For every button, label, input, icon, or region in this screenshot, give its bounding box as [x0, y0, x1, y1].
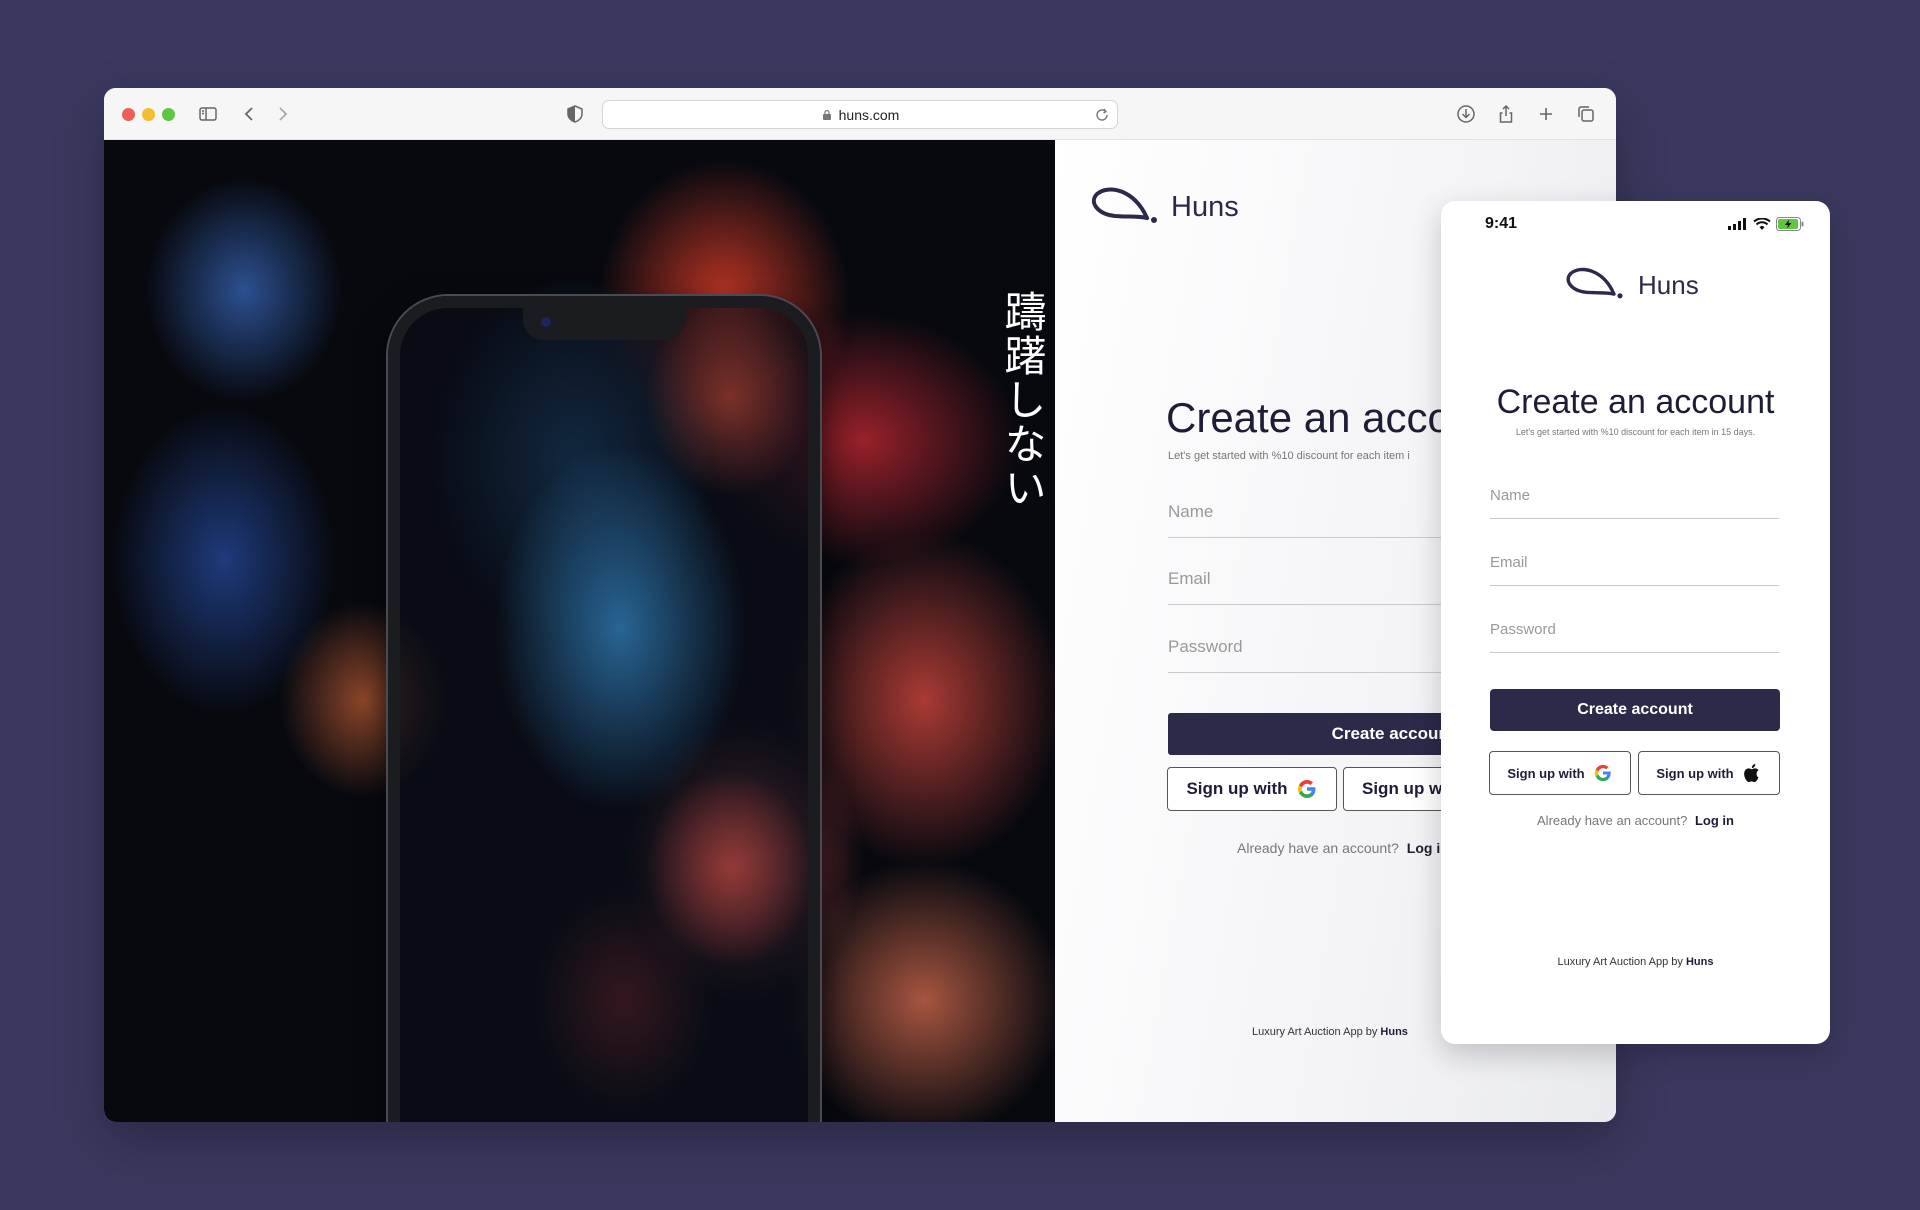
- download-icon[interactable]: [1454, 102, 1478, 126]
- mobile-create-account-button[interactable]: Create account: [1490, 689, 1780, 731]
- have-account-text: Already have an account?: [1237, 840, 1399, 856]
- phone-mockup: [388, 296, 820, 1122]
- huns-logo-icon: [1566, 267, 1623, 299]
- status-bar-icons: [1728, 217, 1804, 231]
- mobile-apple-signup-label: Sign up with: [1656, 765, 1734, 781]
- mobile-footer-brand: Huns: [1685, 956, 1714, 968]
- mobile-email-field[interactable]: Email: [1490, 554, 1779, 586]
- mobile-signup-screen: 9:41 Huns Create an account Let's get st…: [1441, 201, 1830, 1044]
- share-icon[interactable]: [1494, 102, 1518, 126]
- google-signup-button[interactable]: Sign up with: [1167, 767, 1337, 811]
- mobile-password-field[interactable]: Password: [1490, 621, 1779, 653]
- mobile-name-field[interactable]: Name: [1490, 487, 1779, 519]
- mobile-google-signup-label: Sign up with: [1507, 765, 1585, 781]
- address-bar[interactable]: huns.com: [602, 100, 1118, 129]
- login-prompt: Already have an account? Log in: [1237, 840, 1449, 856]
- apple-signup-label: Sign up wi: [1362, 779, 1447, 798]
- mobile-apple-signup-button[interactable]: Sign up with: [1638, 751, 1780, 795]
- mobile-brand-logo[interactable]: Huns: [1564, 263, 1699, 301]
- footer-credit: Luxury Art Auction App by Huns: [1252, 1026, 1408, 1038]
- mobile-have-account-text: Already have an account?: [1537, 813, 1688, 828]
- footer-prefix: Luxury Art Auction App by: [1252, 1026, 1381, 1038]
- forward-icon[interactable]: [270, 102, 294, 126]
- footer-brand: Huns: [1380, 1026, 1408, 1038]
- back-icon[interactable]: [238, 102, 262, 126]
- mobile-footer-prefix: Luxury Art Auction App by: [1557, 956, 1686, 968]
- mobile-page-title: Create an account: [1496, 383, 1775, 421]
- close-window-button[interactable]: [122, 108, 135, 121]
- huns-logo-icon: [1091, 187, 1157, 223]
- brand-logo[interactable]: Huns: [1089, 182, 1239, 226]
- apple-icon: [1743, 764, 1759, 783]
- mobile-page-subtitle: Let's get started with %10 discount for …: [1515, 427, 1756, 437]
- mobile-google-signup-button[interactable]: Sign up with: [1489, 751, 1631, 795]
- camera-icon: [541, 317, 551, 327]
- browser-toolbar: huns.com: [104, 88, 1616, 140]
- tab-overview-icon[interactable]: [1574, 102, 1598, 126]
- cellular-signal-icon: [1728, 218, 1746, 230]
- hero-artwork-image: 躊躇しない: [104, 140, 1055, 1122]
- mobile-login-prompt: Already have an account? Log in: [1441, 813, 1830, 828]
- mobile-login-link[interactable]: Log in: [1695, 813, 1734, 828]
- page-subtitle: Let's get started with %10 discount for …: [1168, 450, 1410, 462]
- wifi-icon: [1753, 217, 1771, 230]
- privacy-shield-icon[interactable]: [563, 102, 587, 126]
- reload-icon[interactable]: [1094, 107, 1110, 123]
- minimize-window-button[interactable]: [142, 108, 155, 121]
- lock-icon: [822, 109, 831, 120]
- new-tab-icon[interactable]: [1534, 102, 1558, 126]
- brand-name: Huns: [1171, 190, 1239, 223]
- hero-vertical-text: 躊躇しない: [998, 290, 1047, 510]
- url-text: huns.com: [838, 106, 900, 123]
- mobile-brand-name: Huns: [1638, 269, 1699, 300]
- page-title: Create an acco: [1166, 394, 1451, 441]
- mobile-footer-credit: Luxury Art Auction App by Huns: [1441, 956, 1830, 968]
- battery-charging-icon: [1776, 217, 1804, 231]
- status-time: 9:41: [1485, 215, 1518, 232]
- google-icon: [1297, 780, 1316, 798]
- browser-window: huns.com 躊躇しない Huns Create an acco Let's…: [104, 88, 1616, 1122]
- google-icon: [1594, 764, 1611, 782]
- maximize-window-button[interactable]: [162, 108, 175, 121]
- google-signup-label: Sign up with: [1186, 779, 1288, 798]
- sidebar-toggle-icon[interactable]: [196, 102, 220, 126]
- phone-notch: [523, 308, 685, 340]
